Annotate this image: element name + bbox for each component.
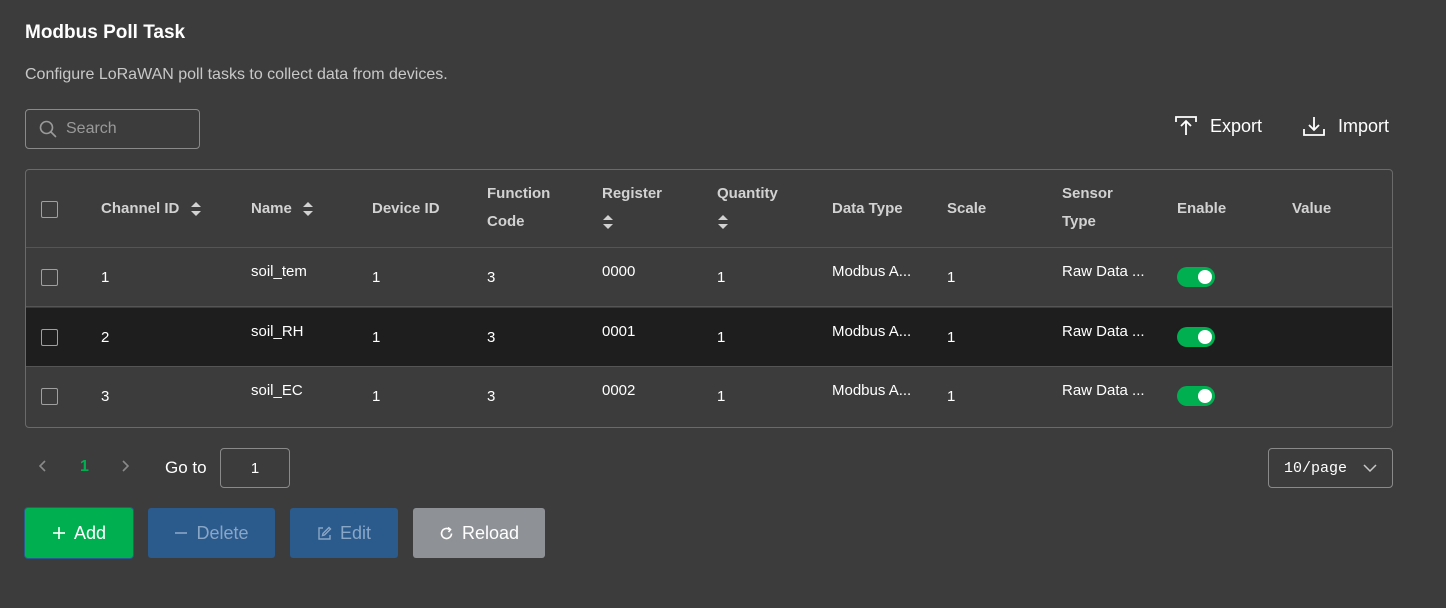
table-row[interactable]: 3 soil_EC 1 3 0002 1 Modbus A... 1 Raw D… [26,367,1392,426]
reload-button[interactable]: Reload [413,508,545,558]
sort-icon[interactable] [602,214,614,230]
column-quantity-label: Quantity [717,185,778,202]
add-button-label: Add [73,522,107,543]
import-button[interactable]: Import [1302,113,1389,139]
enable-toggle[interactable] [1177,327,1215,347]
table-row[interactable]: 1 soil_tem 1 3 0000 1 Modbus A... 1 Raw … [26,248,1392,307]
cell-function-code: 3 [487,269,496,286]
add-button[interactable]: Add [25,508,133,558]
search-input[interactable] [66,120,186,138]
cell-register: 0002 [602,382,636,399]
column-data-type: Data Type [832,200,903,217]
page-size-select[interactable]: 10/page [1268,448,1393,488]
cell-name: soil_tem [251,263,307,280]
column-register[interactable]: Register [602,180,662,240]
column-enable: Enable [1177,200,1227,217]
cell-quantity: 1 [717,388,726,405]
cell-function-code: 3 [487,388,496,405]
cell-function-code: 3 [487,329,496,346]
column-function-code-line2: Code [487,213,525,230]
cell-channel-id: 3 [101,388,110,405]
page-title: Modbus Poll Task [25,22,186,43]
row-checkbox[interactable] [41,329,58,346]
column-function-code-line1: Function [487,185,551,202]
cell-scale: 1 [947,329,956,346]
column-register-label: Register [602,185,663,202]
sort-icon[interactable] [717,214,729,230]
cell-register: 0000 [602,263,636,280]
minus-icon [175,532,188,534]
table-header: Channel ID Name Device ID Function Code … [26,170,1392,248]
goto-label: Go to [165,458,207,477]
column-name-label: Name [251,200,292,217]
delete-button-label: Delete [196,522,249,543]
enable-toggle[interactable] [1177,267,1215,287]
cell-quantity: 1 [717,329,726,346]
select-all-checkbox[interactable] [41,201,58,218]
cell-data-type: Modbus A... [832,323,912,340]
cell-name: soil_RH [251,323,304,340]
cell-device-id: 1 [372,329,381,346]
cell-channel-id: 2 [101,329,110,346]
chevron-down-icon [1363,464,1377,472]
search-icon [39,120,57,138]
next-page-button[interactable] [120,457,130,478]
goto-page-input[interactable] [220,448,290,488]
prev-page-button[interactable] [38,457,48,478]
page-description: Configure LoRaWAN poll tasks to collect … [25,66,448,83]
import-icon [1303,117,1325,136]
sort-icon[interactable] [302,201,314,217]
cell-quantity: 1 [717,269,726,286]
reload-icon [440,526,453,539]
column-sensor-type-line1: Sensor [1062,185,1113,202]
page-size-value: 10/page [1284,459,1348,477]
import-label: Import [1338,115,1390,136]
delete-button[interactable]: Delete [148,508,275,558]
cell-device-id: 1 [372,269,381,286]
chevron-left-icon [38,460,46,472]
export-icon [1175,116,1197,135]
chevron-right-icon [122,460,130,472]
export-label: Export [1210,115,1263,136]
page-number-current[interactable]: 1 [80,458,89,476]
edit-icon [318,526,332,540]
cell-device-id: 1 [372,388,381,405]
cell-name: soil_EC [251,382,303,399]
cell-register: 0001 [602,323,636,340]
edit-button-label: Edit [339,522,372,543]
cell-channel-id: 1 [101,269,110,286]
cell-sensor-type: Raw Data ... [1062,263,1145,280]
enable-toggle[interactable] [1177,386,1215,406]
search-box[interactable] [25,109,200,149]
column-scale: Scale [947,200,987,217]
reload-button-label: Reload [461,522,520,543]
row-checkbox[interactable] [41,388,58,405]
column-channel-id-label: Channel ID [101,200,180,217]
cell-data-type: Modbus A... [832,263,912,280]
cell-sensor-type: Raw Data ... [1062,323,1145,340]
cell-data-type: Modbus A... [832,382,912,399]
column-function-code: Function Code [487,180,550,236]
column-sensor-type: Sensor Type [1062,180,1113,236]
cell-scale: 1 [947,269,956,286]
table-row[interactable]: 2 soil_RH 1 3 0001 1 Modbus A... 1 Raw D… [26,308,1392,367]
edit-button[interactable]: Edit [290,508,398,558]
column-name[interactable]: Name [251,195,314,223]
column-channel-id[interactable]: Channel ID [101,195,202,223]
column-sensor-type-line2: Type [1062,213,1096,230]
cell-scale: 1 [947,388,956,405]
column-value: Value [1292,200,1332,217]
row-checkbox[interactable] [41,269,58,286]
plus-icon [52,527,65,539]
cell-sensor-type: Raw Data ... [1062,382,1145,399]
sort-icon[interactable] [190,201,202,217]
column-quantity[interactable]: Quantity [717,180,778,240]
column-device-id: Device ID [372,200,440,217]
export-button[interactable]: Export [1174,113,1262,139]
poll-task-table: Channel ID Name Device ID Function Code … [25,169,1393,428]
